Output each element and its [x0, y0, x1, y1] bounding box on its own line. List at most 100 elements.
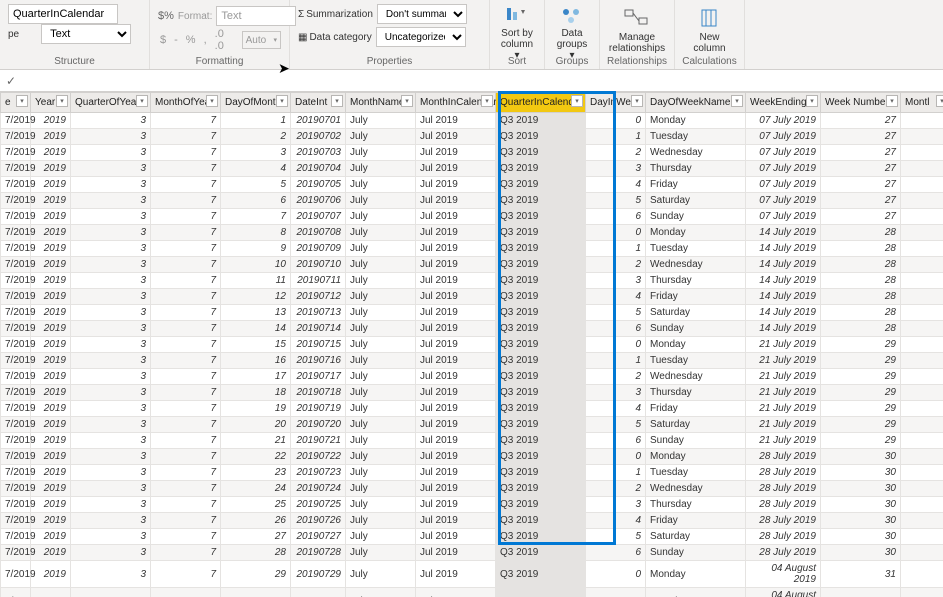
cell[interactable]: [901, 433, 943, 449]
cell[interactable]: 3: [71, 161, 151, 177]
cell[interactable]: 2019: [31, 561, 71, 588]
cell[interactable]: Q3 2019: [496, 225, 586, 241]
cell[interactable]: 30: [221, 588, 291, 597]
cell[interactable]: July: [346, 401, 416, 417]
cell[interactable]: 30: [821, 545, 901, 561]
cell[interactable]: 14 July 2019: [746, 289, 821, 305]
cell[interactable]: July: [346, 449, 416, 465]
table-row[interactable]: 7/20192019371820190718JulyJul 2019Q3 201…: [1, 385, 943, 401]
cell[interactable]: Jul 2019: [416, 465, 496, 481]
cell[interactable]: 2019: [31, 433, 71, 449]
cell[interactable]: 7: [151, 161, 221, 177]
cell[interactable]: 0: [586, 337, 646, 353]
cell[interactable]: 07 July 2019: [746, 113, 821, 129]
cell[interactable]: 12: [221, 289, 291, 305]
cell[interactable]: 20190725: [291, 497, 346, 513]
cell[interactable]: [901, 588, 943, 597]
cell[interactable]: [901, 209, 943, 225]
table-row[interactable]: 7/20192019371520190715JulyJul 2019Q3 201…: [1, 337, 943, 353]
cell[interactable]: 7: [151, 257, 221, 273]
category-select[interactable]: Uncategorized: [376, 27, 466, 47]
cell[interactable]: 16: [221, 353, 291, 369]
cell[interactable]: 30: [821, 513, 901, 529]
cell[interactable]: [901, 513, 943, 529]
table-row[interactable]: 7/20192019373020190730JulyJul 2019Q3 201…: [1, 588, 943, 597]
cell[interactable]: Thursday: [646, 273, 746, 289]
column-header-Year[interactable]: Year▾: [31, 93, 71, 113]
cell[interactable]: Q3 2019: [496, 305, 586, 321]
table-row[interactable]: 7/20192019372220190722JulyJul 2019Q3 201…: [1, 449, 943, 465]
cell[interactable]: 27: [821, 177, 901, 193]
cell[interactable]: Sunday: [646, 545, 746, 561]
table-row[interactable]: 7/20192019371920190719JulyJul 2019Q3 201…: [1, 401, 943, 417]
cell[interactable]: Jul 2019: [416, 177, 496, 193]
cell[interactable]: Q3 2019: [496, 113, 586, 129]
cell[interactable]: [901, 449, 943, 465]
cell[interactable]: Jul 2019: [416, 289, 496, 305]
cell[interactable]: 1: [221, 113, 291, 129]
cell[interactable]: 28 July 2019: [746, 465, 821, 481]
cell[interactable]: 2019: [31, 273, 71, 289]
cell[interactable]: Q3 2019: [496, 273, 586, 289]
cell[interactable]: 7: [151, 449, 221, 465]
commit-check-icon[interactable]: ✓: [6, 74, 16, 88]
cell[interactable]: [901, 161, 943, 177]
cell[interactable]: 7: [151, 337, 221, 353]
cell[interactable]: 1: [586, 465, 646, 481]
cell[interactable]: 14 July 2019: [746, 257, 821, 273]
cell[interactable]: 2019: [31, 449, 71, 465]
cell[interactable]: Jul 2019: [416, 145, 496, 161]
cell[interactable]: 29: [821, 401, 901, 417]
cell[interactable]: 5: [586, 417, 646, 433]
cell[interactable]: 3: [71, 449, 151, 465]
cell[interactable]: 28 July 2019: [746, 481, 821, 497]
cell[interactable]: July: [346, 545, 416, 561]
cell[interactable]: 7: [151, 113, 221, 129]
column-header-MonthName[interactable]: MonthName▾: [346, 93, 416, 113]
cell[interactable]: 7: [151, 321, 221, 337]
cell[interactable]: 7: [151, 177, 221, 193]
cell[interactable]: 20190709: [291, 241, 346, 257]
cell[interactable]: [901, 401, 943, 417]
cell[interactable]: 3: [71, 401, 151, 417]
cell[interactable]: 4: [586, 401, 646, 417]
cell[interactable]: 7/2019: [1, 513, 31, 529]
cell[interactable]: 13: [221, 305, 291, 321]
cell[interactable]: 3: [71, 385, 151, 401]
cell[interactable]: 3: [71, 113, 151, 129]
cell[interactable]: 3: [71, 193, 151, 209]
cell[interactable]: [901, 225, 943, 241]
cell[interactable]: 3: [71, 588, 151, 597]
column-header-MonthOfYear[interactable]: MonthOfYear▾: [151, 93, 221, 113]
cell[interactable]: 5: [586, 529, 646, 545]
table-row[interactable]: 7/20192019372920190729JulyJul 2019Q3 201…: [1, 561, 943, 588]
cell[interactable]: 28 July 2019: [746, 449, 821, 465]
cell[interactable]: 21 July 2019: [746, 433, 821, 449]
cell[interactable]: Friday: [646, 513, 746, 529]
column-header-WeekEnding[interactable]: WeekEnding▾: [746, 93, 821, 113]
cell[interactable]: Jul 2019: [416, 225, 496, 241]
cell[interactable]: 7: [151, 588, 221, 597]
cell[interactable]: 7/2019: [1, 401, 31, 417]
cell[interactable]: 2019: [31, 353, 71, 369]
cell[interactable]: [901, 241, 943, 257]
cell[interactable]: Jul 2019: [416, 497, 496, 513]
cell[interactable]: Wednesday: [646, 257, 746, 273]
cell[interactable]: 3: [71, 257, 151, 273]
cell[interactable]: 7/2019: [1, 353, 31, 369]
cell[interactable]: 20190718: [291, 385, 346, 401]
cell[interactable]: 20190715: [291, 337, 346, 353]
cell[interactable]: 30: [821, 481, 901, 497]
table-row[interactable]: 7/20192019372620190726JulyJul 2019Q3 201…: [1, 513, 943, 529]
cell[interactable]: 7/2019: [1, 497, 31, 513]
cell[interactable]: 29: [821, 385, 901, 401]
cell[interactable]: July: [346, 257, 416, 273]
filter-dropdown-icon[interactable]: ▾: [401, 95, 413, 107]
cell[interactable]: Sunday: [646, 321, 746, 337]
cell[interactable]: 7: [151, 465, 221, 481]
cell[interactable]: Q3 2019: [496, 353, 586, 369]
cell[interactable]: 7: [221, 209, 291, 225]
cell[interactable]: 6: [221, 193, 291, 209]
cell[interactable]: 2019: [31, 177, 71, 193]
table-row[interactable]: 7/20192019372120190721JulyJul 2019Q3 201…: [1, 433, 943, 449]
